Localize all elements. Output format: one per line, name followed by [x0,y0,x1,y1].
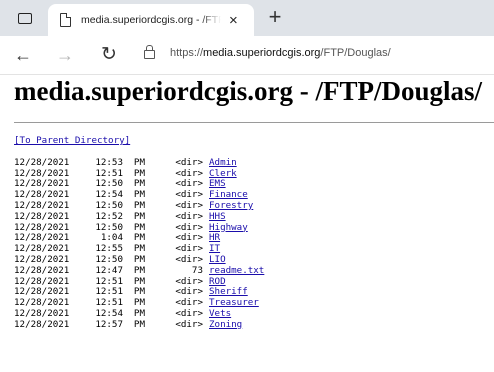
tab-actions-icon [18,12,32,24]
tab-title: media.superiordcgis.org - /FTP/Douglas/ [81,14,221,26]
directory-listing: [To Parent Directory] 12/28/2021 12:53 PM <… [14,135,264,331]
url-host: media.superiordcgis.org [203,47,321,59]
entry-date: 12/28/2021 [14,264,70,276]
list-item: 12/28/2021 12:57 PM <dir> Zoning [14,318,264,331]
page-title: media.superiordcgis.org - /FTP/Douglas/ [14,76,482,106]
parent-directory-link[interactable]: [To Parent Directory] [14,135,264,147]
entry-link[interactable]: HHS [209,211,226,223]
list-item: 12/28/2021 12:52 PM <dir> HHS [14,210,264,223]
entry-time: 12:47 [95,264,123,276]
address-bar[interactable]: https://media.superiordcgis.org/FTP/Doug… [170,47,391,59]
reload-button[interactable]: ↻ [98,44,120,66]
entry-size: 73 [191,264,203,276]
list-item: 12/28/2021 12:53 PM <dir> Admin [14,156,264,169]
new-tab-button[interactable]: + [264,6,286,29]
url-path: /FTP/Douglas/ [320,47,391,59]
entry-ampm: PM [133,264,145,276]
tab-bar: media.superiordcgis.org - /FTP/Douglas/ … [0,0,494,36]
reload-icon: ↻ [101,44,117,65]
entry-size: <dir> [175,318,203,330]
entry-link[interactable]: Admin [209,157,237,169]
browser-tab[interactable]: media.superiordcgis.org - /FTP/Douglas/ … [48,4,254,36]
entry-ampm: PM [133,318,145,330]
tab-actions-button[interactable] [14,8,36,28]
entry-ampm: PM [133,156,145,168]
entry-link[interactable]: Zoning [209,319,242,331]
entry-size: <dir> [175,156,203,168]
file-list: 12/28/2021 12:53 PM <dir> Admin 12/28/2021 12:… [14,156,264,331]
entry-time: 12:57 [95,318,123,330]
entry-time: 12:53 [95,156,123,168]
entry-date: 12/28/2021 [14,318,70,330]
browser-toolbar: ← → ↻ https://media.superiordcgis.org/FT… [0,36,494,75]
forward-button[interactable]: → [54,44,76,66]
lock-icon[interactable] [144,45,155,59]
divider [14,122,494,123]
back-button[interactable]: ← [12,44,34,66]
arrow-left-icon: ← [14,45,32,65]
list-item: 12/28/2021 12:47 PM 73 readme.txt [14,264,264,277]
entry-size: <dir> [175,210,203,222]
entry-time: 12:52 [95,210,123,222]
url-prefix: https:// [170,47,204,59]
entry-date: 12/28/2021 [14,210,70,222]
arrow-right-icon: → [56,45,74,65]
entry-date: 12/28/2021 [14,156,70,168]
tab-close-button[interactable]: × [229,13,238,28]
entry-ampm: PM [133,210,145,222]
entry-link[interactable]: readme.txt [209,265,264,277]
page-icon [60,13,71,27]
